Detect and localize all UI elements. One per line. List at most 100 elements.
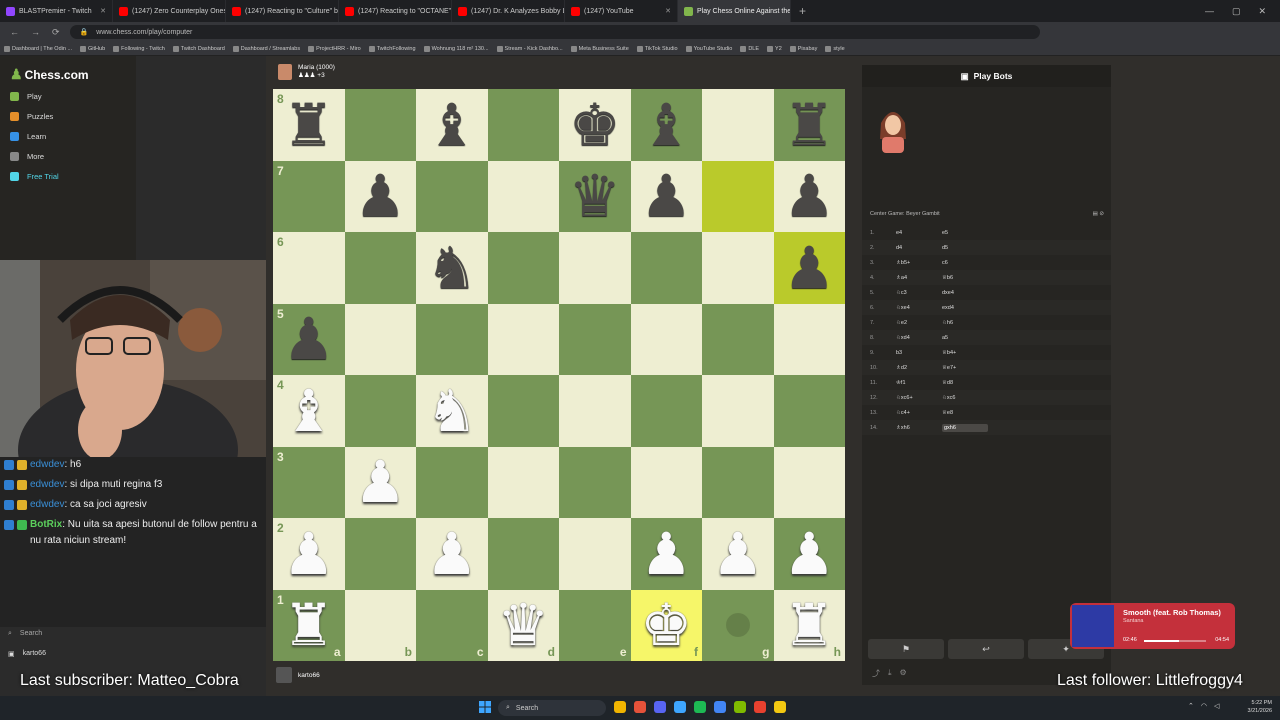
white-pawn-icon[interactable]: ♟ bbox=[783, 525, 835, 583]
bookmark-item[interactable]: Stream - Kick Dashbo... bbox=[496, 45, 563, 52]
board-square-h2[interactable]: ♟ bbox=[773, 518, 845, 590]
board-square-c7[interactable] bbox=[416, 160, 488, 232]
volume-icon[interactable]: ◁ bbox=[1214, 702, 1219, 710]
white-move[interactable]: ♘e2 bbox=[896, 320, 942, 326]
bookmark-item[interactable]: Dashboard | The Odin ... bbox=[4, 45, 72, 52]
white-move[interactable]: ♘xe4 bbox=[896, 305, 942, 311]
white-knight-icon[interactable]: ♞ bbox=[426, 382, 478, 440]
board-square-a1[interactable]: 1 a ♜ bbox=[273, 589, 345, 661]
browser-tab[interactable]: (1247) Dr. K Analyzes Bobby Le✕ bbox=[452, 0, 565, 22]
book-icon[interactable]: ▤ ⊘ bbox=[1093, 211, 1104, 217]
taskbar-app-icon[interactable] bbox=[634, 701, 646, 713]
white-king-icon[interactable]: ♚ bbox=[640, 596, 692, 654]
board-square-b7[interactable]: ♟ bbox=[344, 160, 416, 232]
chess-board[interactable]: 8 ♜ ♝ ♚ ♝ ♜ 7 ♟ ♛ ♟ ♟ 6 ♞ ♟ 5 ♟ 4 ♝ ♞ 3 ♟ 2 ♟ ♟ ♟ ♟ ♟ 1 a ♜ b c d ♛ e f ♚ g h ♜ bbox=[273, 89, 845, 661]
board-square-h6[interactable]: ♟ bbox=[773, 232, 845, 304]
white-move[interactable]: b3 bbox=[896, 350, 942, 356]
chevron-up-icon[interactable]: ⌃ bbox=[1188, 702, 1194, 710]
chat-username[interactable]: edwdev bbox=[30, 479, 64, 490]
board-square-e4[interactable] bbox=[559, 375, 631, 447]
board-square-h3[interactable] bbox=[773, 446, 845, 518]
board-square-d7[interactable] bbox=[487, 160, 559, 232]
bookmark-item[interactable]: GitHub bbox=[80, 45, 105, 52]
white-pawn-icon[interactable]: ♟ bbox=[354, 453, 406, 511]
black-move[interactable]: c6 bbox=[942, 260, 988, 266]
board-square-b3[interactable]: ♟ bbox=[344, 446, 416, 518]
close-tab-icon[interactable]: ✕ bbox=[661, 7, 671, 15]
board-square-c8[interactable]: ♝ bbox=[416, 89, 488, 161]
black-move[interactable]: ♕e8 bbox=[942, 410, 988, 416]
white-pawn-icon[interactable]: ♟ bbox=[712, 525, 764, 583]
maximize-icon[interactable]: ▢ bbox=[1232, 6, 1241, 17]
bookmark-item[interactable]: YouTube Studio bbox=[685, 45, 732, 52]
chat-username[interactable]: edwdev bbox=[30, 459, 64, 470]
board-square-b2[interactable] bbox=[344, 518, 416, 590]
bookmark-item[interactable]: Pixabay bbox=[789, 45, 817, 52]
board-square-g8[interactable] bbox=[702, 89, 774, 161]
black-move[interactable]: e5 bbox=[942, 230, 988, 236]
sidebar-item-free-trial[interactable]: Free Trial bbox=[10, 172, 59, 181]
white-pawn-icon[interactable]: ♟ bbox=[283, 525, 335, 583]
bookmark-item[interactable]: TikTok Studio bbox=[636, 45, 678, 52]
board-square-d5[interactable] bbox=[487, 303, 559, 375]
board-square-e6[interactable] bbox=[559, 232, 631, 304]
board-square-h7[interactable]: ♟ bbox=[773, 160, 845, 232]
taskbar-app-icon[interactable] bbox=[754, 701, 766, 713]
white-move[interactable]: ♗b5+ bbox=[896, 260, 942, 266]
board-square-f4[interactable] bbox=[630, 375, 702, 447]
white-queen-icon[interactable]: ♛ bbox=[497, 596, 549, 654]
bookmark-item[interactable]: Dashboard / Streamlabs bbox=[232, 45, 300, 52]
white-rook-icon[interactable]: ♜ bbox=[283, 596, 335, 654]
board-square-d8[interactable] bbox=[487, 89, 559, 161]
bookmark-item[interactable]: Y2 bbox=[767, 45, 782, 52]
board-square-f8[interactable]: ♝ bbox=[630, 89, 702, 161]
taskbar-app-icon[interactable] bbox=[774, 701, 786, 713]
board-square-d6[interactable] bbox=[487, 232, 559, 304]
board-square-b1[interactable]: b bbox=[344, 589, 416, 661]
board-square-f3[interactable] bbox=[630, 446, 702, 518]
black-move[interactable]: ♘h6 bbox=[942, 320, 988, 326]
taskbar-clock[interactable]: 5:22 PM 3/21/2026 bbox=[1248, 699, 1272, 715]
white-move[interactable]: ♔f1 bbox=[896, 380, 942, 386]
white-move[interactable]: ♘c3 bbox=[896, 290, 942, 296]
sidebar-item-play[interactable]: Play bbox=[10, 92, 42, 101]
url-field[interactable]: 🔒 www.chess.com/play/computer bbox=[69, 25, 1040, 39]
white-move[interactable]: ♘xc6+ bbox=[896, 395, 942, 401]
windows-start-icon[interactable] bbox=[479, 701, 491, 713]
board-square-f1[interactable]: f ♚ bbox=[630, 589, 702, 661]
taskbar-app-icon[interactable] bbox=[614, 701, 626, 713]
black-pawn-icon[interactable]: ♟ bbox=[640, 167, 692, 225]
board-square-f6[interactable] bbox=[630, 232, 702, 304]
board-square-g4[interactable] bbox=[702, 375, 774, 447]
black-pawn-icon[interactable]: ♟ bbox=[783, 239, 835, 297]
board-square-b6[interactable] bbox=[344, 232, 416, 304]
browser-tab[interactable]: Play Chess Online Against the C✕ bbox=[678, 0, 791, 22]
black-knight-icon[interactable]: ♞ bbox=[426, 239, 478, 297]
black-pawn-icon[interactable]: ♟ bbox=[283, 310, 335, 368]
takeback-button[interactable]: ↩ bbox=[948, 639, 1024, 659]
browser-tab[interactable]: (1247) Zero Counterplay Onesh✕ bbox=[113, 0, 226, 22]
chat-username[interactable]: edwdev bbox=[30, 499, 64, 510]
browser-tab[interactable]: (1247) Reacting to "OCTANE" b✕ bbox=[339, 0, 452, 22]
new-tab-button[interactable]: + bbox=[791, 4, 814, 18]
white-move[interactable]: d4 bbox=[896, 245, 942, 251]
white-bishop-icon[interactable]: ♝ bbox=[283, 382, 335, 440]
black-bishop-icon[interactable]: ♝ bbox=[426, 96, 478, 154]
bookmark-item[interactable]: Following - Twitch bbox=[113, 45, 165, 52]
back-icon[interactable]: ← bbox=[10, 27, 19, 38]
taskbar-search[interactable]: ⌕ Search bbox=[498, 700, 606, 716]
black-pawn-icon[interactable]: ♟ bbox=[783, 167, 835, 225]
taskbar-app-icon[interactable] bbox=[714, 701, 726, 713]
taskbar-app-icon[interactable] bbox=[734, 701, 746, 713]
board-square-a4[interactable]: 4 ♝ bbox=[273, 375, 345, 447]
sidebar-item-puzzles[interactable]: Puzzles bbox=[10, 112, 53, 121]
board-square-a8[interactable]: 8 ♜ bbox=[273, 89, 345, 161]
close-window-icon[interactable]: ✕ bbox=[1258, 6, 1266, 17]
board-square-d3[interactable] bbox=[487, 446, 559, 518]
sidebar-item-learn[interactable]: Learn bbox=[10, 132, 46, 141]
resign-button[interactable]: ⚑ bbox=[868, 639, 944, 659]
black-rook-icon[interactable]: ♜ bbox=[283, 96, 335, 154]
bookmark-item[interactable]: DLE bbox=[740, 45, 759, 52]
board-square-h4[interactable] bbox=[773, 375, 845, 447]
board-square-c2[interactable]: ♟ bbox=[416, 518, 488, 590]
